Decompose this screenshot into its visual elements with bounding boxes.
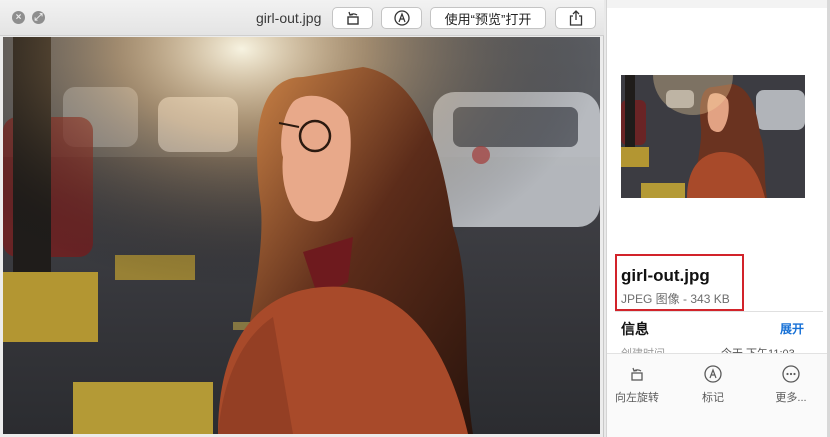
close-button[interactable]: × — [12, 11, 25, 24]
markup-icon — [704, 365, 722, 383]
share-button[interactable] — [555, 7, 596, 29]
open-with-preview-button[interactable]: 使用“预览”打开 — [430, 7, 546, 29]
markup-action[interactable]: 标记 — [678, 364, 748, 405]
photo-thumbnail — [621, 75, 805, 198]
inspector-top-strip — [607, 0, 830, 8]
inspector-panel: girl-out.jpg JPEG 图像 - 343 KB 信息 展开 创建时间… — [606, 0, 830, 437]
quicklook-window: × ⤢ girl-out.jpg 使用“预览”打开 — [0, 0, 604, 437]
created-value: 今天 下午11:03 — [721, 345, 795, 353]
window-title: girl-out.jpg — [256, 10, 322, 26]
markup-button[interactable] — [381, 7, 422, 29]
info-section-title: 信息 — [621, 321, 649, 337]
quicklook-titlebar: × ⤢ girl-out.jpg 使用“预览”打开 — [0, 0, 604, 36]
thumbnail-illustration — [621, 75, 805, 198]
expand-link[interactable]: 展开 — [780, 320, 804, 337]
fullscreen-button[interactable]: ⤢ — [32, 11, 45, 24]
action-bar: 向左旋转 标记 更多... — [607, 353, 830, 437]
photo-preview — [3, 37, 600, 434]
rotate-left-icon — [346, 11, 359, 25]
more-icon — [782, 365, 800, 383]
divider — [615, 311, 823, 312]
markup-icon — [393, 10, 410, 26]
share-icon — [569, 10, 582, 26]
more-action[interactable]: 更多... — [756, 364, 826, 405]
rotate-left-icon — [631, 367, 643, 381]
more-label: 更多... — [775, 392, 807, 404]
annotation-highlight-box — [615, 254, 744, 311]
markup-label: 标记 — [702, 392, 724, 404]
rotate-left-label: 向左旋转 — [615, 392, 659, 404]
photo-illustration — [3, 37, 600, 434]
rotate-button[interactable] — [332, 7, 373, 29]
rotate-left-action[interactable]: 向左旋转 — [602, 364, 672, 405]
created-label: 创建时间 — [621, 345, 665, 353]
